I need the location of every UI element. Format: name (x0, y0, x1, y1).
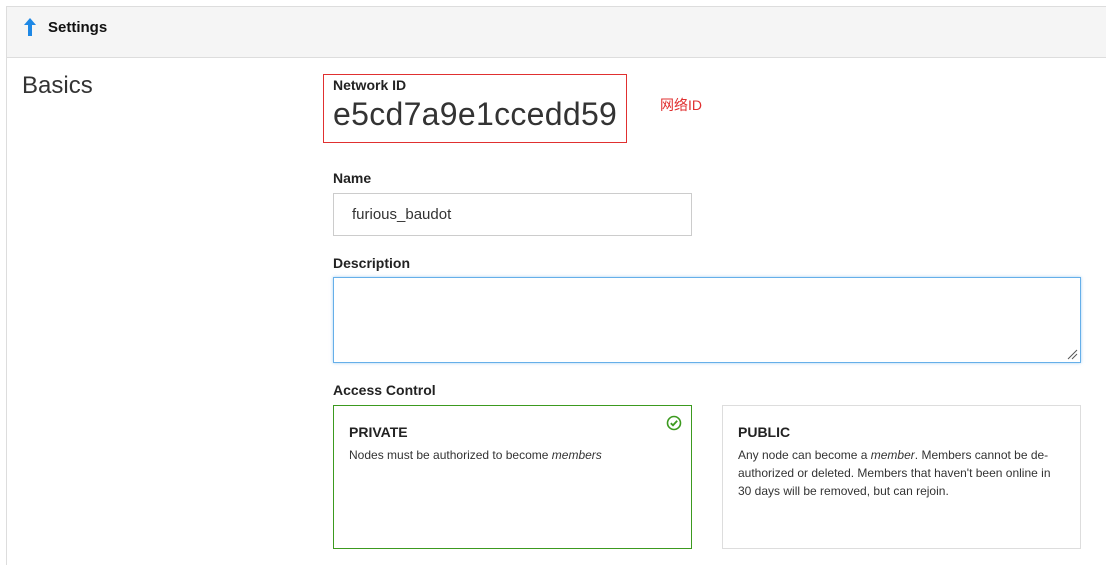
private-option-description: Nodes must be authorized to become membe… (349, 448, 602, 462)
description-textarea[interactable] (333, 277, 1081, 363)
arrow-up-icon[interactable] (23, 17, 37, 37)
private-option-title: PRIVATE (349, 424, 408, 440)
description-label: Description (333, 255, 411, 271)
network-id-value: e5cd7a9e1ccedd59 (333, 96, 618, 132)
access-control-label: Access Control (333, 382, 436, 398)
network-id-annotation: 网络ID (660, 97, 702, 113)
access-option-private[interactable]: PRIVATE Nodes must be authorized to beco… (333, 405, 692, 549)
check-circle-icon (666, 415, 682, 431)
resize-grip-icon[interactable] (1066, 348, 1078, 360)
public-option-title: PUBLIC (738, 424, 791, 440)
section-title-basics: Basics (22, 72, 93, 99)
public-option-description: Any node can become a member. Members ca… (738, 448, 1051, 498)
access-option-public[interactable]: PUBLIC Any node can become a member. Mem… (722, 405, 1081, 549)
network-id-label: Network ID (333, 77, 407, 93)
settings-title: Settings (48, 19, 108, 36)
settings-header[interactable]: Settings (7, 7, 1106, 58)
name-input[interactable] (333, 193, 692, 236)
name-label: Name (333, 170, 372, 186)
